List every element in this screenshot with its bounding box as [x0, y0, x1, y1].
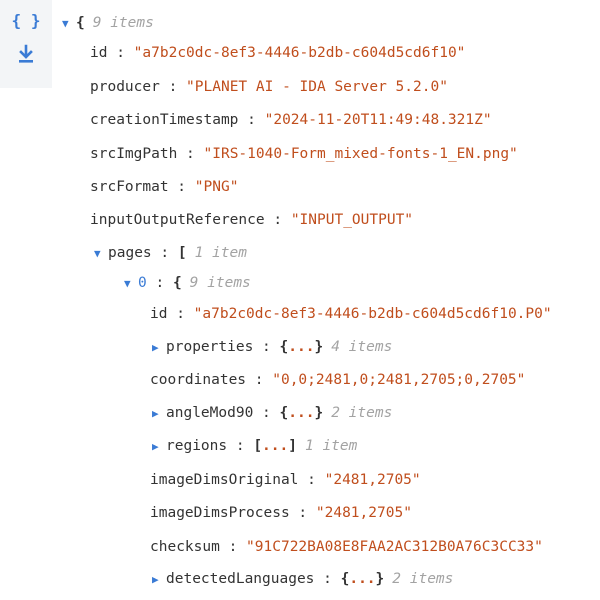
caret-down-icon[interactable]: ▼: [94, 241, 108, 267]
json-entry: creationTimestamp : "2024-11-20T11:49:48…: [90, 112, 492, 128]
collapsed-object: {...}: [279, 405, 324, 421]
json-value: "91C722BA08E8FAA2AC312B0A76C3CC33": [246, 539, 543, 555]
json-value: "IRS-1040-Form_mixed-fonts-1_EN.png": [203, 146, 518, 162]
json-key: creationTimestamp: [90, 112, 239, 128]
json-key: pages: [108, 245, 152, 261]
json-value: "0,0;2481,0;2481,2705;0,2705": [272, 372, 526, 388]
json-value: "PNG": [194, 179, 239, 195]
json-key: detectedLanguages: [166, 571, 315, 587]
json-value: "PLANET AI - IDA Server 5.2.0": [186, 79, 448, 95]
pages-node: ▼ pages : [1 item: [94, 240, 247, 266]
viewer-toolbar: { }: [0, 0, 52, 88]
detectedlanguages-item-count: 2 items: [392, 571, 454, 587]
json-key: srcImgPath: [90, 146, 178, 162]
json-key: checksum: [150, 539, 220, 555]
regions-node[interactable]: ▶ regions : [...] 1 item: [152, 433, 357, 459]
caret-right-icon[interactable]: ▶: [152, 401, 166, 427]
collapsed-object: {...}: [279, 339, 324, 355]
json-value: "a7b2c0dc-8ef3-4446-b2db-c604d5cd6f10": [133, 45, 466, 61]
json-value: "INPUT_OUTPUT": [290, 212, 414, 228]
raw-json-button[interactable]: { }: [10, 6, 42, 34]
json-key: srcFormat: [90, 179, 169, 195]
caret-right-icon[interactable]: ▶: [152, 434, 166, 460]
properties-node[interactable]: ▶ properties : {...} 4 items: [152, 334, 392, 360]
json-value: "a7b2c0dc-8ef3-4446-b2db-c604d5cd6f10.P0…: [193, 306, 552, 322]
json-key: imageDimsProcess: [150, 505, 290, 521]
json-value: "2024-11-20T11:49:48.321Z": [264, 112, 492, 128]
json-key: angleMod90: [166, 405, 254, 421]
caret-right-icon[interactable]: ▶: [152, 567, 166, 593]
json-key: regions: [166, 438, 228, 454]
collapsed-object: {...}: [340, 571, 385, 587]
json-key: id: [150, 306, 168, 322]
braces-icon: { }: [11, 10, 41, 30]
page-0-node: ▼ 0 : {9 items: [124, 270, 251, 296]
json-key: id: [90, 45, 108, 61]
json-entry: id : "a7b2c0dc-8ef3-4446-b2db-c604d5cd6f…: [90, 45, 466, 61]
json-key: properties: [166, 339, 254, 355]
regions-item-count: 1 item: [304, 438, 358, 454]
root-node: ▼{9 items: [62, 10, 154, 36]
pages-item-count: 1 item: [194, 245, 247, 261]
detectedlanguages-node[interactable]: ▶ detectedLanguages : {...} 2 items: [152, 566, 453, 592]
json-entry: srcImgPath : "IRS-1040-Form_mixed-fonts-…: [90, 146, 518, 162]
download-button[interactable]: [10, 40, 42, 68]
root-item-count: 9 items: [92, 15, 154, 31]
array-index: 0: [138, 275, 147, 291]
json-key: inputOutputReference: [90, 212, 265, 228]
json-entry: inputOutputReference : "INPUT_OUTPUT": [90, 212, 414, 228]
json-entry: coordinates : "0,0;2481,0;2481,2705;0,27…: [150, 372, 526, 388]
json-key: producer: [90, 79, 160, 95]
caret-down-icon[interactable]: ▼: [62, 11, 76, 37]
json-entry: imageDimsOriginal : "2481,2705": [150, 472, 421, 488]
json-key: coordinates: [150, 372, 247, 388]
caret-right-icon[interactable]: ▶: [152, 335, 166, 361]
json-entry: id : "a7b2c0dc-8ef3-4446-b2db-c604d5cd6f…: [150, 306, 552, 322]
caret-down-icon[interactable]: ▼: [124, 271, 138, 297]
collapsed-array: [...]: [253, 438, 297, 454]
json-key: imageDimsOriginal: [150, 472, 299, 488]
download-icon: [19, 44, 33, 63]
properties-item-count: 4 items: [331, 339, 393, 355]
json-entry: producer : "PLANET AI - IDA Server 5.2.0…: [90, 79, 448, 95]
json-value: "2481,2705": [324, 472, 421, 488]
anglemod90-node[interactable]: ▶ angleMod90 : {...} 2 items: [152, 400, 392, 426]
json-entry: srcFormat : "PNG": [90, 179, 239, 195]
json-entry: checksum : "91C722BA08E8FAA2AC312B0A76C3…: [150, 539, 543, 555]
anglemod90-item-count: 2 items: [331, 405, 393, 421]
page-0-item-count: 9 items: [189, 275, 251, 291]
json-entry: imageDimsProcess : "2481,2705": [150, 505, 412, 521]
json-value: "2481,2705": [315, 505, 412, 521]
